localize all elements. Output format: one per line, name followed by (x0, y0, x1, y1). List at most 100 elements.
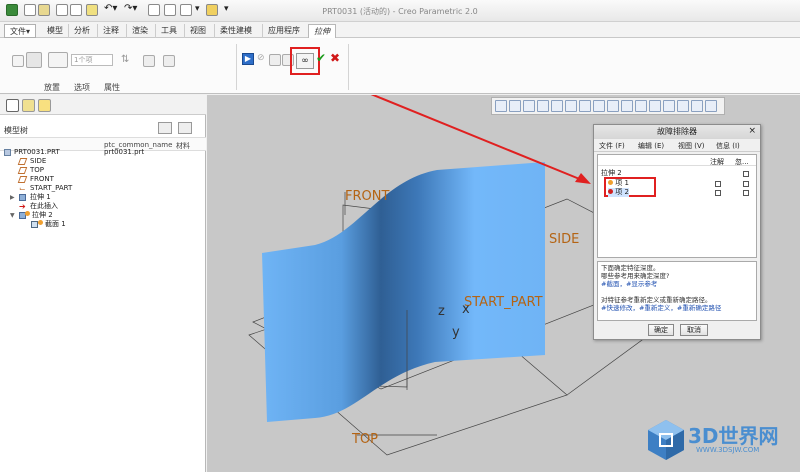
dialog-menu-edit[interactable]: 编辑 (E) (638, 141, 664, 151)
tab-view[interactable]: 视图 (184, 24, 211, 38)
tab-tools[interactable]: 工具 (155, 24, 182, 38)
preview-icon[interactable] (269, 54, 281, 66)
datum-label-side[interactable]: SIDE (549, 232, 579, 247)
tab-file[interactable]: 文件▾ (4, 24, 37, 38)
datum-label-csys[interactable]: START_PART (464, 295, 543, 310)
col-note[interactable]: 注解 (710, 157, 724, 167)
dialog-menu-file[interactable]: 文件 (F) (599, 141, 625, 151)
tag-display-icon[interactable] (691, 100, 703, 112)
glasses-icon[interactable]: ∞ (296, 53, 314, 69)
title-bar: ↶▾ ↷▾ ▾ ▾ PRT0031 (活动的) - Creo Parametri… (0, 0, 800, 22)
point-display-icon[interactable] (635, 100, 647, 112)
csys-icon: ⌙ (19, 184, 26, 193)
show-icon[interactable] (178, 122, 192, 134)
col-ignore[interactable]: 忽... (735, 157, 749, 167)
ignore-checkbox-2[interactable] (743, 190, 749, 196)
tab-analysis[interactable]: 分析 (68, 24, 95, 38)
tab-flexible-modeling[interactable]: 柔性建模 (214, 24, 257, 38)
thicken-icon[interactable] (163, 55, 175, 67)
pause-icon[interactable]: ▶ (242, 53, 254, 65)
solid-icon[interactable] (12, 55, 24, 67)
ignore-checkbox-1[interactable] (743, 181, 749, 187)
datum-label-top[interactable]: TOP (352, 432, 378, 447)
axis-z-label: z (438, 304, 445, 319)
datum-plane-icon (17, 158, 28, 165)
watermark-text: 3D世界网 (688, 424, 779, 448)
close-icon[interactable]: × (748, 126, 756, 136)
tree-item-extrude-1[interactable]: ▶ 拉伸 1 (0, 193, 206, 202)
datum-plane-icon (17, 167, 28, 174)
message-line: 下面确定特征深度。 (601, 264, 660, 272)
tree-item-start-part[interactable]: ⌙ START_PART (0, 184, 206, 193)
display-style-icon[interactable] (551, 100, 563, 112)
csys-display-icon[interactable] (649, 100, 661, 112)
group-placement[interactable]: 放置 (44, 82, 60, 93)
flip-direction-icon[interactable]: ⇅ (121, 54, 129, 65)
tab-model[interactable]: 模型 (42, 24, 68, 38)
message-area: 下面确定特征深度。 哪些参考用来确定深度? #截面，#显示参考 对特征参考重新定… (597, 261, 757, 321)
part-icon (4, 149, 11, 156)
plane-display-icon[interactable] (607, 100, 619, 112)
group-options[interactable]: 选项 (74, 82, 90, 93)
error-dot-icon (608, 189, 613, 194)
tab-render[interactable]: 渲染 (126, 24, 153, 38)
collapse-icon[interactable]: ▼ (10, 211, 15, 220)
datum-label-front[interactable]: FRONT (345, 189, 389, 204)
folder-browser-tab-icon[interactable] (22, 99, 35, 112)
list-item-2[interactable]: 项 2 (608, 188, 629, 197)
navigator-tabs (0, 95, 206, 115)
depth-input[interactable]: 1个项 (71, 54, 113, 66)
cancel-button[interactable]: 取消 (680, 324, 708, 336)
annotation-display-icon[interactable] (677, 100, 689, 112)
tree-item-insert-here[interactable]: ➔ 在此插入 (0, 202, 206, 211)
tab-extrude[interactable]: 拉伸 (308, 24, 336, 38)
ignore-checkbox-root[interactable] (743, 171, 749, 177)
depth-option-icon[interactable] (48, 52, 68, 68)
dialog-menu-info[interactable]: 信息 (I) (716, 141, 740, 151)
tree-item-top[interactable]: TOP (0, 166, 206, 175)
ok-check-icon[interactable]: ✔ (316, 51, 326, 65)
watermark-logo: 3D世界网 WWW.3DSJW.COM (646, 414, 796, 466)
note-checkbox-1[interactable] (715, 181, 721, 187)
axis-display-icon[interactable] (621, 100, 633, 112)
zoom-out-icon[interactable] (523, 100, 535, 112)
tree-item-extrude-2[interactable]: ▼ 拉伸 2 (0, 211, 206, 220)
ok-button[interactable]: 确定 (648, 324, 674, 336)
model-tree-tab-icon[interactable] (6, 99, 19, 112)
saved-views-icon[interactable] (565, 100, 577, 112)
tab-annotate[interactable]: 注释 (97, 24, 124, 38)
favorites-tab-icon[interactable] (38, 99, 51, 112)
surface-icon[interactable] (26, 52, 42, 68)
message-link[interactable]: #截面，#显示参考 (601, 280, 657, 288)
list-item-1[interactable]: 项 1 (608, 179, 629, 188)
tree-settings-icon[interactable] (158, 122, 172, 134)
model-tree-title: 模型树 (4, 126, 28, 135)
view-manager-icon[interactable] (579, 100, 591, 112)
ribbon-panel: 1个项 ⇅ 放置 选项 属性 ▶ ⊘ ∞ ✔ ✖ (0, 38, 800, 94)
refit-icon[interactable] (495, 100, 507, 112)
repaint-icon[interactable] (537, 100, 549, 112)
watermark-url: WWW.3DSJW.COM (696, 446, 760, 454)
datum-plane-icon (17, 176, 28, 183)
insert-arrow-icon: ➔ (19, 202, 26, 211)
tree-item-section-1[interactable]: 截面 1 (0, 220, 206, 229)
tree-item-part[interactable]: PRT0031.PRT prt0031.prt (0, 148, 206, 157)
cancel-x-icon[interactable]: ✖ (330, 51, 340, 65)
no-preview-icon[interactable]: ⊘ (257, 53, 265, 63)
tab-applications[interactable]: 应用程序 (262, 24, 305, 38)
tree-item-side[interactable]: SIDE (0, 157, 206, 166)
perspective-icon[interactable] (593, 100, 605, 112)
note-checkbox-2[interactable] (715, 190, 721, 196)
expand-icon[interactable]: ▶ (10, 193, 15, 202)
zoom-in-icon[interactable] (509, 100, 521, 112)
remove-material-icon[interactable] (143, 55, 155, 67)
dialog-title: 故障排除器 (594, 125, 760, 139)
message-link[interactable]: #快速修改，#重新定义，#重新确定路径 (601, 304, 721, 312)
tree-item-front[interactable]: FRONT (0, 175, 206, 184)
group-properties[interactable]: 属性 (104, 82, 120, 93)
cube-logo-icon (648, 420, 684, 460)
tab-file-label: 文件 (10, 27, 26, 36)
network-icon[interactable] (705, 100, 717, 112)
spin-center-icon[interactable] (663, 100, 675, 112)
dialog-menu-view[interactable]: 视图 (V) (678, 141, 704, 151)
